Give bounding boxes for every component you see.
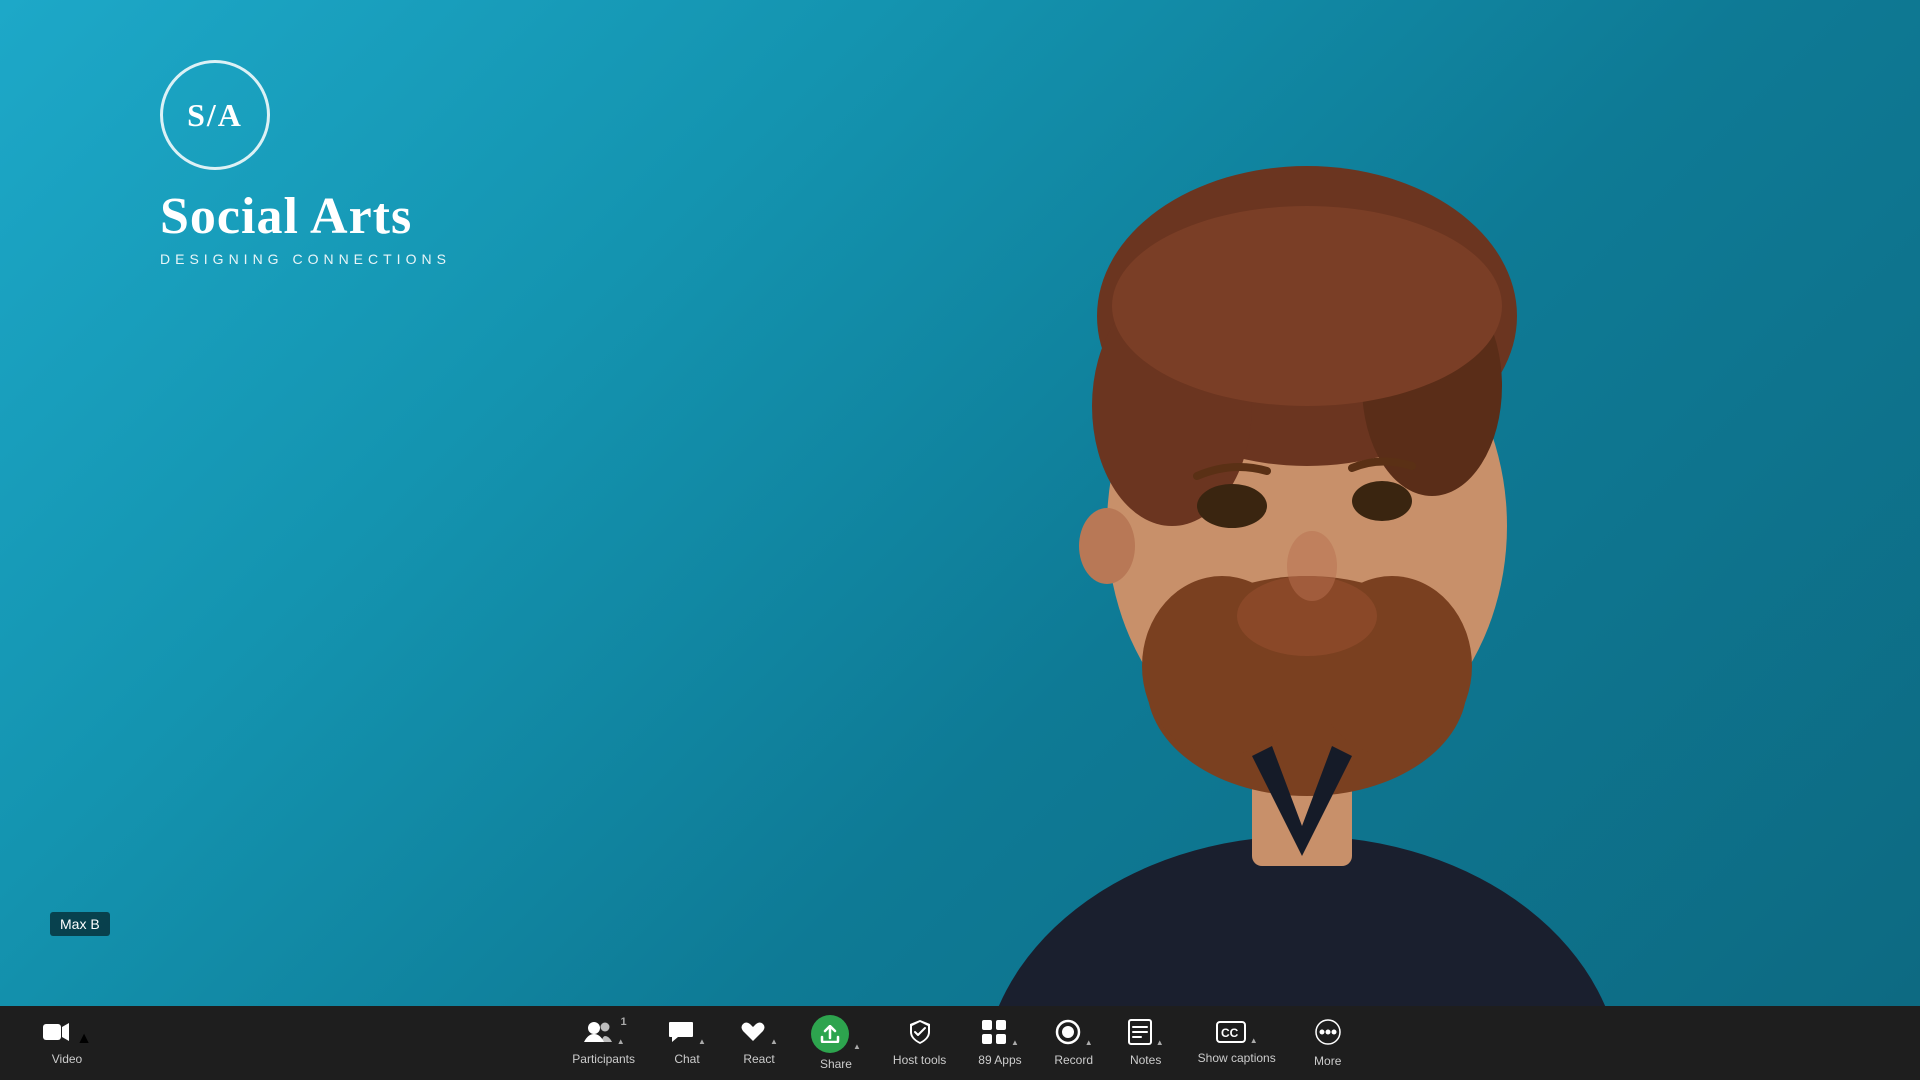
more-label: More bbox=[1314, 1054, 1341, 1068]
participants-chevron-icon: ▲ bbox=[617, 1037, 625, 1046]
share-icon-bg bbox=[811, 1015, 849, 1053]
chat-button[interactable]: ▲ Chat bbox=[651, 1014, 723, 1072]
logo-company: Social Arts bbox=[160, 188, 451, 245]
participant-video bbox=[922, 106, 1682, 1006]
record-button[interactable]: ▲ Record bbox=[1038, 1013, 1110, 1073]
video-area: S/A Social Arts DESIGNING CONNECTIONS Ma… bbox=[0, 0, 1920, 1006]
react-label: React bbox=[743, 1052, 774, 1066]
record-label: Record bbox=[1054, 1053, 1093, 1067]
participants-icon bbox=[583, 1020, 613, 1048]
notes-button[interactable]: ▲ Notes bbox=[1110, 1013, 1182, 1073]
more-icon-wrap bbox=[1314, 1018, 1342, 1050]
notes-document-icon bbox=[1128, 1019, 1152, 1049]
logo-initials: S/A bbox=[187, 97, 243, 134]
react-chevron-icon: ▲ bbox=[770, 1037, 778, 1046]
video-button[interactable]: ▲ Video bbox=[30, 1015, 104, 1072]
participants-button[interactable]: 1 ▲ Participants bbox=[556, 1014, 651, 1072]
captions-icon-wrap: CC ▲ bbox=[1216, 1021, 1258, 1047]
record-icon-wrap: ▲ bbox=[1055, 1019, 1093, 1049]
chat-chevron-icon: ▲ bbox=[698, 1037, 706, 1046]
share-label: Share bbox=[820, 1057, 852, 1071]
host-tools-button[interactable]: Host tools bbox=[877, 1013, 962, 1073]
more-dots-icon bbox=[1314, 1018, 1342, 1050]
video-camera-icon bbox=[42, 1023, 76, 1048]
left-controls: ▲ Video bbox=[30, 1015, 104, 1072]
host-tools-label: Host tools bbox=[893, 1053, 946, 1067]
logo-area: S/A Social Arts DESIGNING CONNECTIONS bbox=[160, 60, 451, 267]
toolbar: ▲ Video 1 ▲ Participants bbox=[0, 1006, 1920, 1080]
video-icon-wrap: ▲ bbox=[42, 1021, 92, 1048]
apps-icon-wrap: ▲ bbox=[981, 1019, 1019, 1049]
notes-icon-wrap: ▲ bbox=[1128, 1019, 1164, 1049]
video-chevron-icon: ▲ bbox=[76, 1030, 92, 1047]
chat-icon bbox=[668, 1020, 694, 1048]
host-tools-icon-wrap bbox=[908, 1019, 932, 1049]
chat-label: Chat bbox=[674, 1052, 699, 1066]
svg-text:CC: CC bbox=[1221, 1026, 1239, 1040]
notes-chevron-icon: ▲ bbox=[1156, 1038, 1164, 1047]
more-button[interactable]: More bbox=[1292, 1012, 1364, 1074]
captions-cc-icon: CC bbox=[1216, 1021, 1246, 1047]
show-captions-label: Show captions bbox=[1198, 1051, 1276, 1065]
participants-label: Participants bbox=[572, 1052, 635, 1066]
captions-chevron-icon: ▲ bbox=[1250, 1036, 1258, 1045]
participants-count-badge: 1 bbox=[620, 1016, 626, 1028]
chat-icon-wrap: ▲ bbox=[668, 1020, 706, 1048]
video-label: Video bbox=[52, 1052, 82, 1066]
logo-circle: S/A bbox=[160, 60, 270, 170]
show-captions-button[interactable]: CC ▲ Show captions bbox=[1182, 1015, 1292, 1071]
share-icon-wrap: ▲ bbox=[811, 1015, 861, 1053]
react-icon-wrap: ▲ bbox=[740, 1020, 778, 1048]
participant-name-badge: Max B bbox=[50, 912, 110, 936]
apps-label: 89 Apps bbox=[978, 1053, 1021, 1067]
react-heart-icon bbox=[740, 1020, 766, 1048]
apps-chevron-icon: ▲ bbox=[1011, 1038, 1019, 1047]
host-tools-shield-icon bbox=[908, 1019, 932, 1049]
notes-label: Notes bbox=[1130, 1053, 1161, 1067]
apps-button[interactable]: ▲ 89 Apps bbox=[962, 1013, 1037, 1073]
participants-icon-wrap: 1 ▲ bbox=[583, 1020, 625, 1048]
apps-grid-icon bbox=[981, 1019, 1007, 1049]
react-button[interactable]: ▲ React bbox=[723, 1014, 795, 1072]
participant-name: Max B bbox=[60, 916, 100, 932]
share-button[interactable]: ▲ Share bbox=[795, 1009, 877, 1077]
record-chevron-icon: ▲ bbox=[1085, 1038, 1093, 1047]
record-circle-icon bbox=[1055, 1019, 1081, 1049]
app: S/A Social Arts DESIGNING CONNECTIONS Ma… bbox=[0, 0, 1920, 1080]
logo-tagline: DESIGNING CONNECTIONS bbox=[160, 251, 451, 267]
share-chevron-icon: ▲ bbox=[853, 1042, 861, 1051]
